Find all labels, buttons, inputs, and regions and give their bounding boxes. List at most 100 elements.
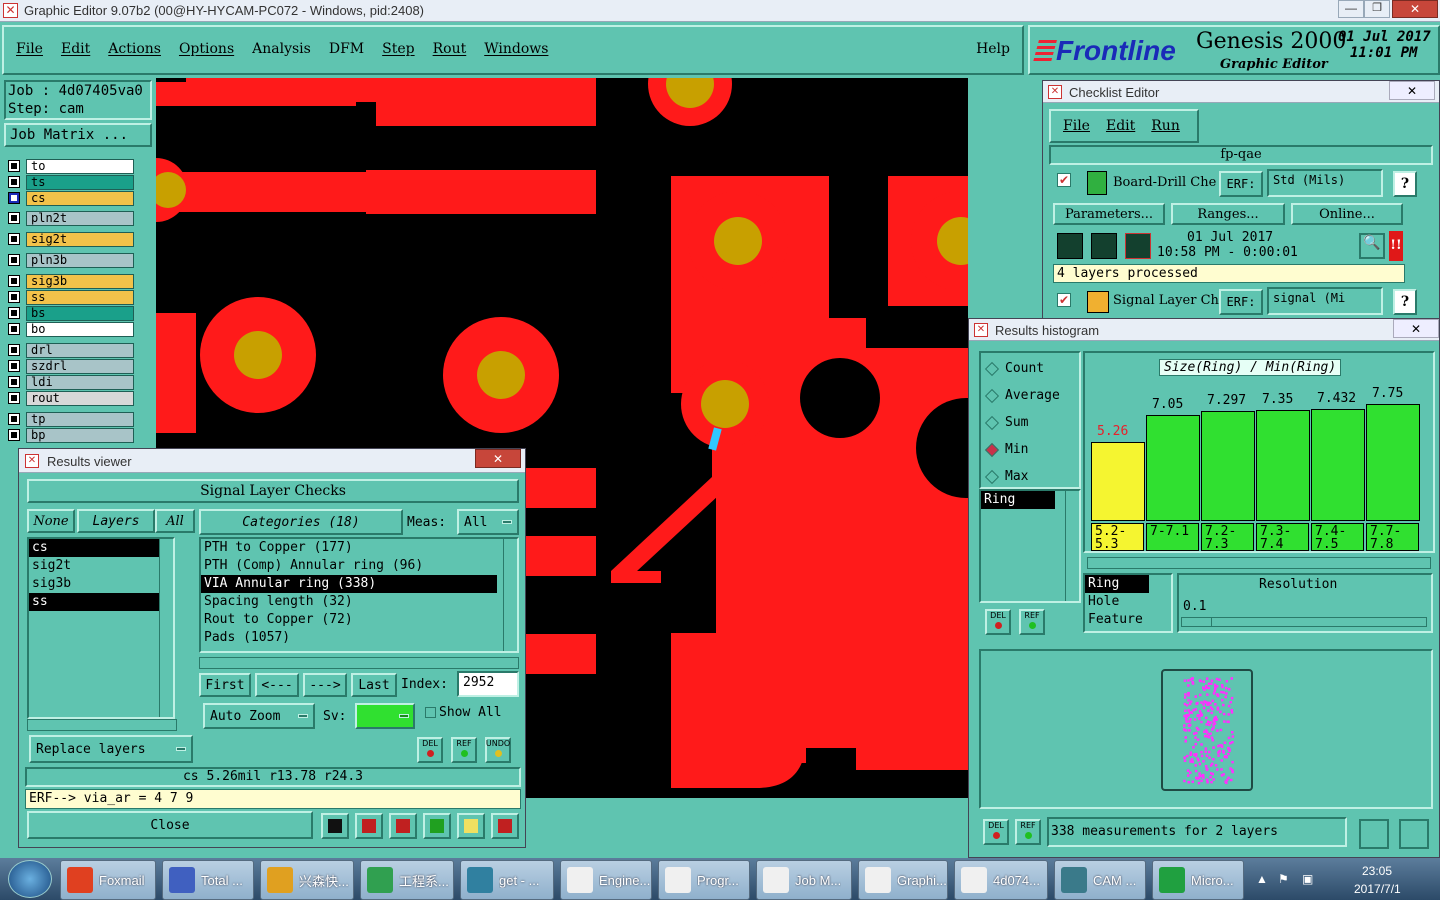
menu-file[interactable]: File — [16, 41, 43, 57]
first-button[interactable]: First — [199, 673, 251, 697]
category-list-scrollbar[interactable] — [503, 539, 517, 651]
layer-name[interactable]: rout — [26, 390, 134, 406]
run-action-icon[interactable] — [1057, 233, 1083, 259]
layer-checkbox[interactable] — [8, 192, 20, 204]
mode-sum[interactable]: Sum — [981, 409, 1079, 436]
results-close-button[interactable]: Close — [27, 811, 313, 839]
check-2-erf-button[interactable]: ERF: — [1219, 289, 1263, 315]
show-all-checkbox[interactable] — [425, 707, 436, 718]
histogram-ref-button[interactable]: REF — [1019, 609, 1045, 635]
layer-name[interactable]: bp — [26, 427, 134, 443]
taskbar-item[interactable]: Engine... — [560, 860, 652, 900]
run-action-icon-3[interactable] — [1125, 233, 1151, 259]
layer-row-rout[interactable]: rout — [8, 390, 134, 406]
measure-type-feature[interactable]: Feature — [1085, 611, 1171, 629]
run-action-icon-2[interactable] — [1091, 233, 1117, 259]
taskbar-item[interactable]: 工程系... — [360, 860, 454, 900]
taskbar-item[interactable]: CAM ... — [1054, 860, 1146, 900]
histogram-hscroll[interactable] — [1087, 557, 1431, 569]
minimize-button[interactable]: — — [1338, 0, 1364, 18]
measure-type-list[interactable]: Ring Hole Feature — [1083, 573, 1173, 633]
layer-checkbox[interactable] — [8, 323, 20, 335]
histogram-bar[interactable] — [1311, 409, 1365, 521]
check-2-help-button[interactable]: ? — [1393, 289, 1417, 315]
layer-checkbox[interactable] — [8, 307, 20, 319]
taskbar-item[interactable]: Progr... — [658, 860, 750, 900]
mode-max[interactable]: Max — [981, 463, 1079, 490]
histogram-tool-icon-2[interactable] — [1399, 819, 1429, 849]
taskbar-item[interactable]: Graphi... — [858, 860, 948, 900]
layer-checkbox[interactable] — [8, 275, 20, 287]
checklist-close-button[interactable]: ✕ — [1389, 81, 1435, 100]
layer-checkbox[interactable] — [8, 176, 20, 188]
layer-checkbox[interactable] — [8, 212, 20, 224]
layer-row-drl[interactable]: drl — [8, 342, 134, 358]
check-2-erf-value[interactable]: signal (Mi — [1267, 287, 1383, 315]
layer-name[interactable]: drl — [26, 342, 134, 358]
taskbar-item[interactable]: Total ... — [162, 860, 254, 900]
layer-name[interactable]: ldi — [26, 374, 134, 390]
layer-checkbox[interactable] — [8, 429, 20, 441]
menu-help[interactable]: Help — [976, 41, 1010, 57]
prev-button[interactable]: <--- — [255, 673, 299, 697]
layer-row-sig2t[interactable]: sig2t — [8, 231, 134, 247]
layer-checkbox[interactable] — [8, 344, 20, 356]
check-1-help-button[interactable]: ? — [1393, 171, 1417, 197]
category-list-hscroll[interactable] — [199, 657, 519, 669]
measure-list-scrollbar[interactable] — [1065, 491, 1079, 601]
categories-button[interactable]: Categories (18) — [199, 509, 403, 535]
none-button[interactable]: None — [27, 509, 75, 533]
layer-name[interactable]: tp — [26, 411, 134, 427]
category-item[interactable]: Pads (1057) — [201, 629, 497, 647]
rv-del-button[interactable]: DEL — [417, 737, 443, 763]
layer-name[interactable]: ts — [26, 174, 134, 190]
tool-counter-icon[interactable] — [423, 813, 451, 839]
layer-checkbox[interactable] — [8, 376, 20, 388]
mode-count[interactable]: Count — [981, 355, 1079, 382]
result-layer-item[interactable]: sig2t — [29, 557, 169, 575]
check-1-erf-button[interactable]: ERF: — [1219, 171, 1263, 197]
measure-list[interactable]: Ring — [979, 489, 1081, 603]
measure-list-selected[interactable]: Ring — [981, 491, 1055, 509]
layer-list-hscroll[interactable] — [27, 719, 177, 731]
histogram-bar[interactable] — [1201, 411, 1255, 521]
next-button[interactable]: ---> — [303, 673, 347, 697]
start-button[interactable] — [8, 860, 52, 898]
resolution-slider[interactable] — [1181, 617, 1427, 627]
menu-options[interactable]: Options — [179, 41, 234, 57]
preview-thumbnail[interactable] — [1161, 669, 1253, 791]
preview-ref-button[interactable]: REF — [1015, 819, 1041, 845]
layer-name[interactable]: pln2t — [26, 210, 134, 226]
layer-row-sig3b[interactable]: sig3b — [8, 273, 134, 289]
layer-checkbox[interactable] — [8, 392, 20, 404]
tray-flag-icon[interactable]: ⚑ — [1278, 872, 1289, 886]
layer-row-bp[interactable]: bp — [8, 427, 134, 443]
menu-dfm[interactable]: DFM — [329, 41, 364, 57]
histogram-close-button[interactable]: ✕ — [1393, 319, 1439, 338]
layer-name[interactable]: pln3b — [26, 252, 134, 268]
layer-row-tp[interactable]: tp — [8, 411, 134, 427]
histogram-bar[interactable] — [1091, 442, 1145, 521]
layer-row-to[interactable]: to — [8, 158, 134, 174]
layers-button[interactable]: Layers — [77, 509, 155, 533]
taskbar-item[interactable]: get - ... — [460, 860, 554, 900]
menu-edit[interactable]: Edit — [61, 41, 90, 57]
category-item[interactable]: VIA Annular ring (338) — [201, 575, 497, 593]
layer-row-pln2t[interactable]: pln2t — [8, 210, 134, 226]
menu-windows[interactable]: Windows — [484, 41, 548, 57]
tray-network-icon[interactable]: ▣ — [1302, 872, 1313, 886]
layer-name[interactable]: ss — [26, 289, 134, 305]
mode-min[interactable]: Min — [981, 436, 1079, 463]
histogram-bar[interactable] — [1256, 410, 1310, 521]
rv-undo-button[interactable]: UNDO — [485, 737, 511, 763]
sv-color-select[interactable] — [355, 703, 415, 729]
auto-zoom-select[interactable]: Auto Zoom — [203, 703, 315, 729]
category-item[interactable]: PTH (Comp) Annular ring (96) — [201, 557, 497, 575]
menu-step[interactable]: Step — [382, 41, 414, 57]
histogram-del-button[interactable]: DEL — [985, 609, 1011, 635]
last-button[interactable]: Last — [351, 673, 397, 697]
tool-clear-icon[interactable] — [389, 813, 417, 839]
job-matrix-button[interactable]: Job Matrix ... — [4, 123, 152, 147]
layer-checkbox[interactable] — [8, 254, 20, 266]
mode-average[interactable]: Average — [981, 382, 1079, 409]
